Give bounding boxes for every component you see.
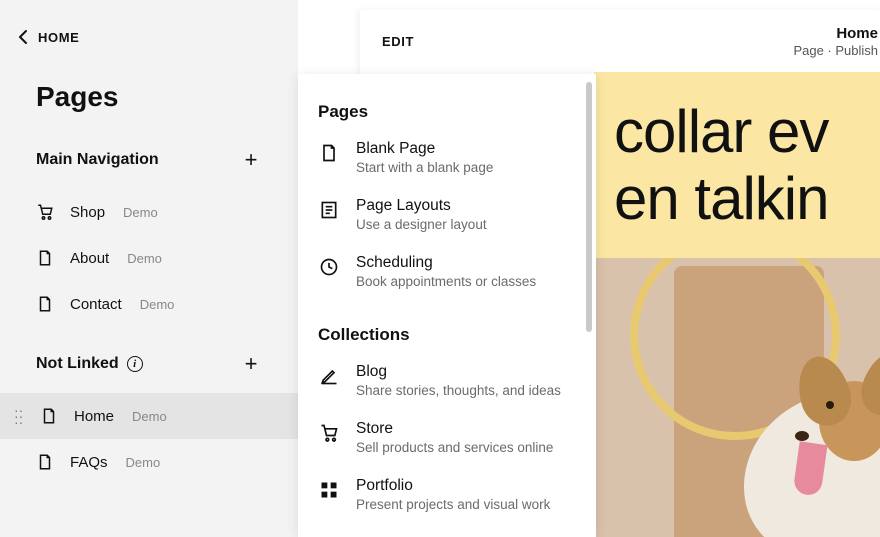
nav-item-label: Contact bbox=[70, 296, 122, 313]
dropdown-item[interactable]: Blog Share stories, thoughts, and ideas bbox=[298, 349, 596, 406]
page-icon bbox=[36, 295, 54, 313]
hero-image bbox=[594, 258, 880, 537]
dropdown-item-desc: Present projects and visual work bbox=[356, 497, 550, 512]
demo-badge: Demo bbox=[126, 455, 161, 470]
dropdown-item-desc: Sell products and services online bbox=[356, 440, 553, 455]
cart-icon bbox=[318, 422, 340, 444]
dropdown-item-title: Blank Page bbox=[356, 140, 493, 158]
section-header: Main Navigation + bbox=[36, 149, 262, 171]
breadcrumb-title: Home bbox=[793, 25, 878, 42]
clock-icon bbox=[318, 256, 340, 278]
drag-handle-icon[interactable]: ······ bbox=[14, 407, 24, 425]
add-page-menu: Pages Blank Page Start with a blank page Pa… bbox=[298, 74, 596, 537]
sidebar-section: Main Navigation+ShopDemoAboutDemoContact… bbox=[0, 113, 298, 327]
layout-icon bbox=[318, 199, 340, 221]
add-page-button[interactable]: + bbox=[240, 149, 262, 171]
dropdown-item[interactable]: Page Layouts Use a designer layout bbox=[298, 183, 596, 240]
nav-list: Shop Demo About Demo Contact Demo bbox=[0, 189, 298, 327]
dropdown-item-title: Page Layouts bbox=[356, 197, 487, 215]
add-page-button[interactable]: + bbox=[240, 353, 262, 375]
nav-item-label: About bbox=[70, 250, 109, 267]
dropdown-item-title: Portfolio bbox=[356, 477, 550, 495]
dropdown-item-title: Blog bbox=[356, 363, 561, 381]
dropdown-item[interactable]: Scheduling Book appointments or classes bbox=[298, 240, 596, 297]
breadcrumb-meta: Page · Publish bbox=[793, 43, 878, 58]
section-header: Not Linkedi + bbox=[36, 353, 262, 375]
nav-item[interactable]: About Demo bbox=[0, 235, 298, 281]
dropdown-section-title: Pages bbox=[298, 74, 596, 126]
demo-badge: Demo bbox=[127, 251, 162, 266]
section-title: Main Navigation bbox=[36, 151, 159, 169]
preview-topbar: EDIT Home Page · Publish bbox=[360, 10, 880, 72]
demo-badge: Demo bbox=[140, 297, 175, 312]
scrollbar[interactable] bbox=[586, 82, 592, 332]
chevron-left-icon bbox=[18, 29, 28, 45]
demo-badge: Demo bbox=[123, 205, 158, 220]
nav-list: ······ Home Demo FAQs Demo bbox=[0, 393, 298, 485]
dropdown-item-title: Store bbox=[356, 420, 553, 438]
nav-item[interactable]: ······ Home Demo bbox=[0, 393, 298, 439]
nav-item[interactable]: Shop Demo bbox=[0, 189, 298, 235]
dropdown-item-desc: Book appointments or classes bbox=[356, 274, 536, 289]
grid-icon bbox=[318, 479, 340, 501]
nav-item-label: Shop bbox=[70, 204, 105, 221]
dropdown-item-desc: Share stories, thoughts, and ideas bbox=[356, 383, 561, 398]
page-icon bbox=[36, 453, 54, 471]
page-icon bbox=[36, 249, 54, 267]
sidebar-section: Not Linkedi + ······ Home Demo FAQs Demo bbox=[0, 327, 298, 485]
back-label: HOME bbox=[38, 30, 79, 45]
back-button[interactable]: HOME bbox=[0, 0, 298, 45]
panel-title: Pages bbox=[0, 45, 298, 113]
breadcrumb: Home Page · Publish bbox=[793, 25, 880, 58]
hero-line-2: en talkin bbox=[614, 165, 880, 232]
dropdown-item-desc: Start with a blank page bbox=[356, 160, 493, 175]
hero-banner: collar ev en talkin bbox=[594, 72, 880, 258]
cart-icon bbox=[36, 203, 54, 221]
demo-badge: Demo bbox=[132, 409, 167, 424]
hero-line-1: collar ev bbox=[614, 98, 880, 165]
nav-item[interactable]: FAQs Demo bbox=[0, 439, 298, 485]
dropdown-item[interactable]: Store Sell products and services online bbox=[298, 406, 596, 463]
page-icon bbox=[40, 407, 58, 425]
dropdown-item-desc: Use a designer layout bbox=[356, 217, 487, 232]
edit-button[interactable]: EDIT bbox=[382, 34, 414, 49]
section-title: Not Linkedi bbox=[36, 355, 143, 373]
nav-item-label: FAQs bbox=[70, 454, 108, 471]
dropdown-section-title: Collections bbox=[298, 297, 596, 349]
blank-page-icon bbox=[318, 142, 340, 164]
sidebar: HOME Pages Main Navigation+ShopDemoAbout… bbox=[0, 0, 298, 537]
dropdown-item-title: Scheduling bbox=[356, 254, 536, 272]
nav-item-label: Home bbox=[74, 408, 114, 425]
blog-icon bbox=[318, 365, 340, 387]
nav-item[interactable]: Contact Demo bbox=[0, 281, 298, 327]
dog-illustration bbox=[734, 331, 880, 537]
info-icon[interactable]: i bbox=[127, 356, 143, 372]
dropdown-item[interactable]: Portfolio Present projects and visual wor… bbox=[298, 463, 596, 520]
dropdown-item[interactable]: Blank Page Start with a blank page bbox=[298, 126, 596, 183]
